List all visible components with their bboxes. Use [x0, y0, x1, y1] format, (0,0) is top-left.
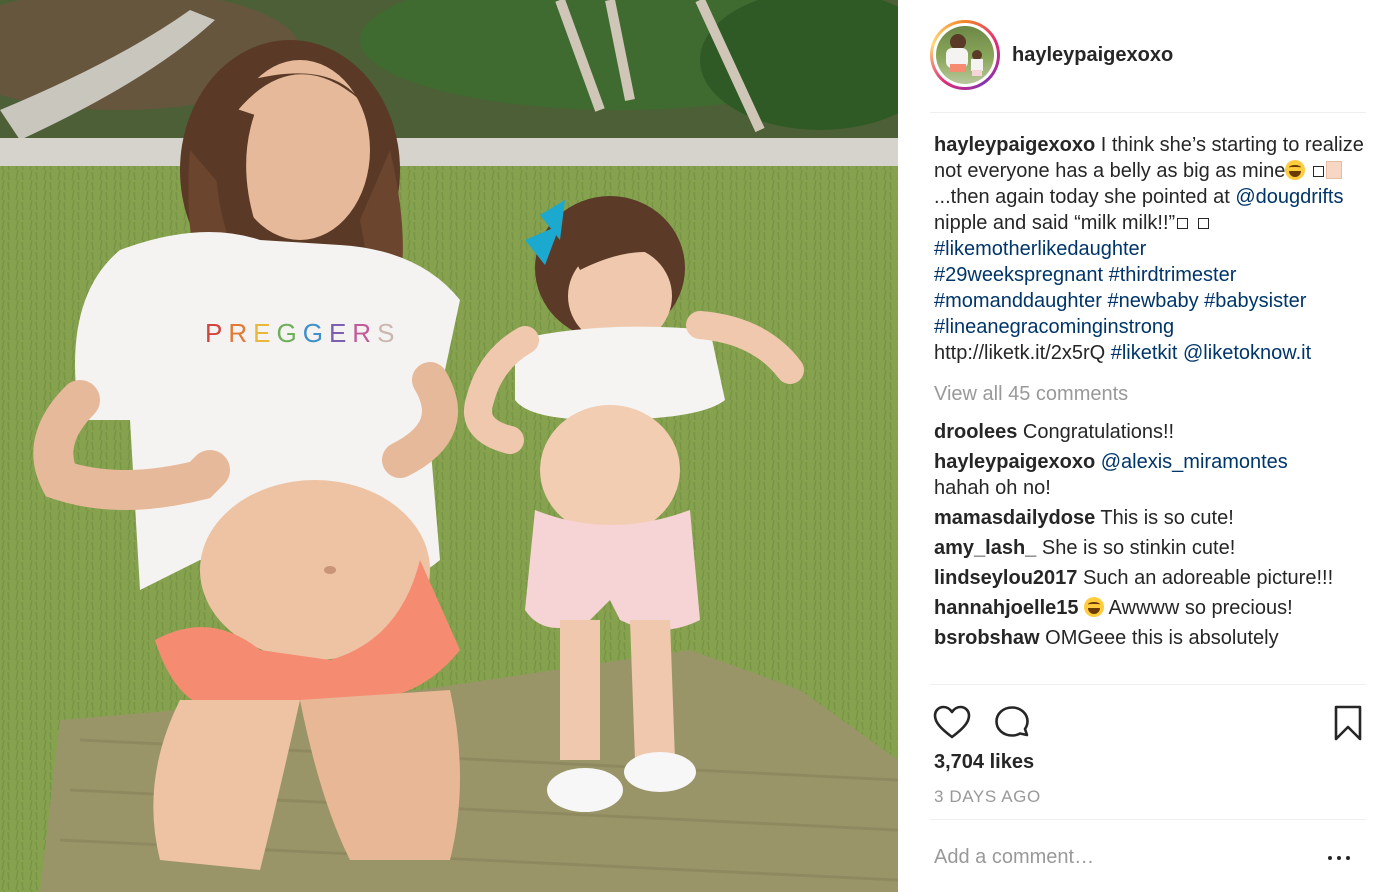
post-caption: hayleypaigexoxo I think she’s starting t…: [934, 132, 1370, 366]
unrendered-glyph-icon: [1177, 218, 1189, 229]
comment-mention-link[interactable]: @alexis_miramontes: [1101, 451, 1288, 473]
caption-mention-link[interactable]: @dougdrifts: [1235, 186, 1343, 208]
ellipsis-icon: [1337, 856, 1341, 860]
comment-item: hayleypaigexoxo @alexis_miramontes hahah…: [934, 449, 1370, 501]
comment-item: droolees Congratulations!!: [934, 419, 1370, 445]
unrendered-glyph-icon: [1312, 166, 1324, 177]
like-button[interactable]: [932, 703, 972, 743]
bookmark-icon: [1334, 705, 1362, 741]
comment-button[interactable]: [992, 703, 1032, 743]
hashtag-link[interactable]: #liketkit: [1111, 342, 1178, 364]
more-options-button[interactable]: [1328, 854, 1352, 862]
skin-tone-glyph-icon: [1325, 161, 1342, 179]
caption-text-2: ...then again today she pointed at: [934, 186, 1236, 208]
likes-count[interactable]: 3,704 likes: [934, 751, 1034, 774]
comment-text: Such an adoreable picture!!!: [1077, 567, 1334, 589]
view-all-comments-link[interactable]: View all 45 comments: [934, 381, 1370, 407]
hashtag-link[interactable]: #lineanegracominginstrong: [934, 316, 1174, 338]
photo-illustration: PREGGERS: [0, 0, 898, 892]
comment-text: Awwww so precious!: [1104, 597, 1293, 619]
comment-username-link[interactable]: droolees: [934, 421, 1017, 443]
header-username-link[interactable]: hayleypaigexoxo: [1012, 44, 1173, 67]
ellipsis-icon: [1346, 856, 1350, 860]
ellipsis-icon: [1328, 856, 1332, 860]
comment-item: lindseylou2017 Such an adoreable picture…: [934, 565, 1370, 591]
comment-username-link[interactable]: lindseylou2017: [934, 567, 1077, 589]
comment-text: Congratulations!!: [1017, 421, 1175, 443]
avatar-frame: [933, 23, 997, 87]
comments-list[interactable]: hayleypaigexoxo I think she’s starting t…: [934, 130, 1370, 682]
comment-text: This is so cute!: [1095, 507, 1234, 529]
comment-text: She is so stinkin cute!: [1036, 537, 1236, 559]
comment-username-link[interactable]: amy_lash_: [934, 537, 1036, 559]
caption-text-3: nipple and said “milk milk!!”: [934, 212, 1176, 234]
add-comment-bar: [930, 819, 1366, 894]
post-side-panel: hayleypaigexoxo hayleypaigexoxo I think …: [898, 0, 1400, 892]
laughing-emoji-icon: [1084, 597, 1105, 617]
avatar[interactable]: [930, 20, 1000, 90]
save-button[interactable]: [1328, 703, 1368, 743]
comment-username-link[interactable]: bsrobshaw: [934, 627, 1040, 649]
comment-username-link[interactable]: hannahjoelle15: [934, 597, 1079, 619]
hashtag-link[interactable]: #29weekspregnant #thirdtrimester: [934, 264, 1236, 286]
shirt-text: PREGGERS: [205, 318, 400, 348]
post-timestamp[interactable]: 3 DAYS AGO: [934, 787, 1041, 807]
comment-text: hahah oh no!: [934, 477, 1051, 499]
caption-author-link[interactable]: hayleypaigexoxo: [934, 134, 1095, 156]
comment-username-link[interactable]: hayleypaigexoxo: [934, 451, 1095, 473]
add-comment-input[interactable]: [934, 842, 1314, 872]
avatar-image: [936, 26, 994, 84]
comment-item: amy_lash_ She is so stinkin cute!: [934, 535, 1370, 561]
comment-username-link[interactable]: mamasdailydose: [934, 507, 1095, 529]
hashtag-link[interactable]: #momanddaughter #newbaby #babysister: [934, 290, 1306, 312]
comment-item: bsrobshaw OMGeee this is absolutely: [934, 625, 1370, 651]
heart-icon: [933, 705, 971, 739]
caption-mention-link[interactable]: @liketoknow.it: [1183, 342, 1311, 364]
post-actions: 3,704 likes 3 DAYS AGO: [930, 684, 1366, 893]
post-header: hayleypaigexoxo: [930, 20, 1366, 113]
unrendered-glyph-icon: [1197, 218, 1209, 229]
comment-text: OMGeee this is absolutely: [1039, 627, 1279, 649]
comment-item: mamasdailydose This is so cute!: [934, 505, 1370, 531]
caption-url[interactable]: http://liketk.it/2x5rQ: [934, 342, 1105, 364]
comment-item: hannahjoelle15 Awwww so precious!: [934, 595, 1370, 621]
hashtag-link[interactable]: #likemotherlikedaughter: [934, 238, 1146, 260]
speech-bubble-icon: [995, 706, 1029, 737]
laughing-emoji-icon: [1285, 160, 1306, 180]
post-photo[interactable]: PREGGERS: [0, 0, 898, 892]
